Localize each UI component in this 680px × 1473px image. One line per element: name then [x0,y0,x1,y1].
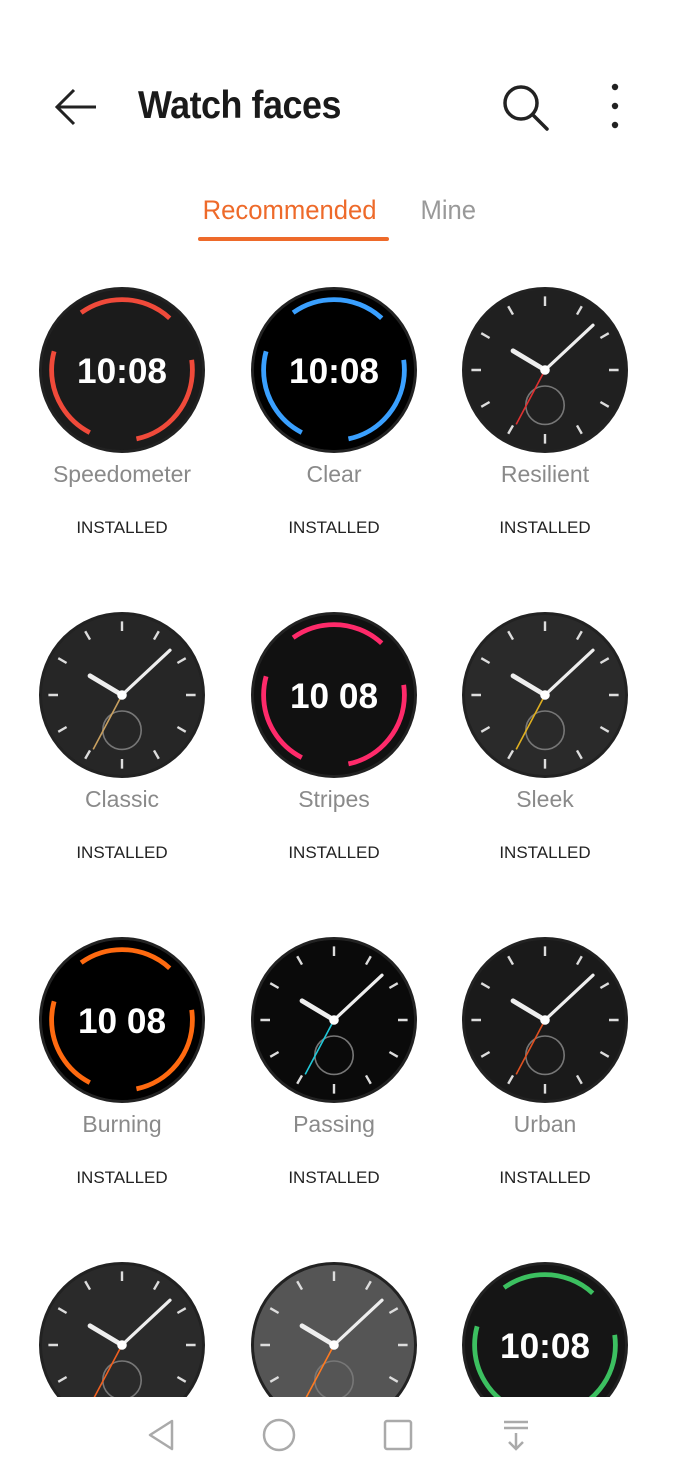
page-title: Watch faces [138,84,341,127]
analog-dial [254,940,414,1100]
watch-face-name: Clear [306,461,362,487]
face-time: 10:08 [77,352,167,391]
install-status: INSTALLED [499,843,591,862]
install-status: INSTALLED [288,518,380,537]
install-status: INSTALLED [499,1168,591,1187]
watch-face-name: Passing [293,1111,375,1137]
analog-dial [465,940,625,1100]
watch-face-item[interactable]: Resilient INSTALLED [439,287,651,547]
tab-bar: Recommended Mine [0,195,680,245]
arrow-left-icon[interactable] [52,82,102,132]
watch-face-preview[interactable]: 10:08 [251,287,417,453]
watch-face-name: Stripes [298,786,370,812]
analog-dial [42,615,202,775]
face-time: 10 08 [78,1002,166,1041]
install-status: INSTALLED [76,1168,168,1187]
digital-dial: 10:08 [254,290,414,450]
app-bar: Watch faces [0,0,680,150]
watch-face-name: Resilient [500,461,590,487]
watch-face-preview[interactable] [39,612,205,778]
watch-face-name: Sleek [516,786,574,812]
search-icon[interactable] [500,82,552,134]
face-time: 10:08 [289,352,379,391]
watch-face-preview[interactable]: 10:08 [39,287,205,453]
install-status: INSTALLED [76,518,168,537]
watch-face-name: Burning [82,1111,162,1137]
watch-face-preview[interactable] [462,937,628,1103]
square-recents-icon[interactable] [378,1415,418,1455]
digital-dial: 10 08 [42,940,202,1100]
watch-face-name: Classic [84,786,160,812]
watch-face-preview[interactable] [462,612,628,778]
tab-recommended[interactable]: Recommended [203,195,377,226]
watch-face-item[interactable]: 10:08 Speedometer INSTALLED [16,287,228,547]
watch-face-item[interactable]: 10 08 Stripes INSTALLED [228,612,440,872]
watch-face-name: Speedometer [52,461,192,487]
pull-down-icon[interactable] [496,1415,536,1455]
install-status: INSTALLED [288,1168,380,1187]
watch-face-item[interactable]: 10:08 Clear INSTALLED [228,287,440,547]
install-status: INSTALLED [288,843,380,862]
watch-face-preview[interactable] [462,287,628,453]
circle-home-icon[interactable] [259,1415,299,1455]
watch-face-item[interactable]: Sleek INSTALLED [439,612,651,872]
watch-face-item[interactable]: Passing INSTALLED [228,937,440,1197]
analog-dial [465,290,625,450]
watch-face-preview[interactable] [251,937,417,1103]
install-status: INSTALLED [499,518,591,537]
active-tab-indicator [198,237,389,241]
tab-mine[interactable]: Mine [420,195,476,226]
more-vertical-icon[interactable] [600,82,630,132]
watch-face-name: Urban [513,1111,577,1137]
watch-face-preview[interactable]: 10 08 [39,937,205,1103]
watch-face-item[interactable]: 10 08 Burning INSTALLED [16,937,228,1197]
install-status: INSTALLED [76,843,168,862]
triangle-back-icon[interactable] [142,1415,182,1455]
watch-face-grid: 10:08 Speedometer INSTALLED 10:08 Clear INS… [0,287,680,1428]
watch-face-item[interactable]: Classic INSTALLED [16,612,228,872]
analog-dial [465,615,625,775]
face-time: 10:08 [500,1327,590,1366]
system-nav-bar [0,1397,680,1473]
digital-dial: 10:08 [42,290,202,450]
digital-dial: 10 08 [254,615,414,775]
watch-face-preview[interactable]: 10 08 [251,612,417,778]
face-time: 10 08 [290,677,378,716]
watch-face-item[interactable]: Urban INSTALLED [439,937,651,1197]
